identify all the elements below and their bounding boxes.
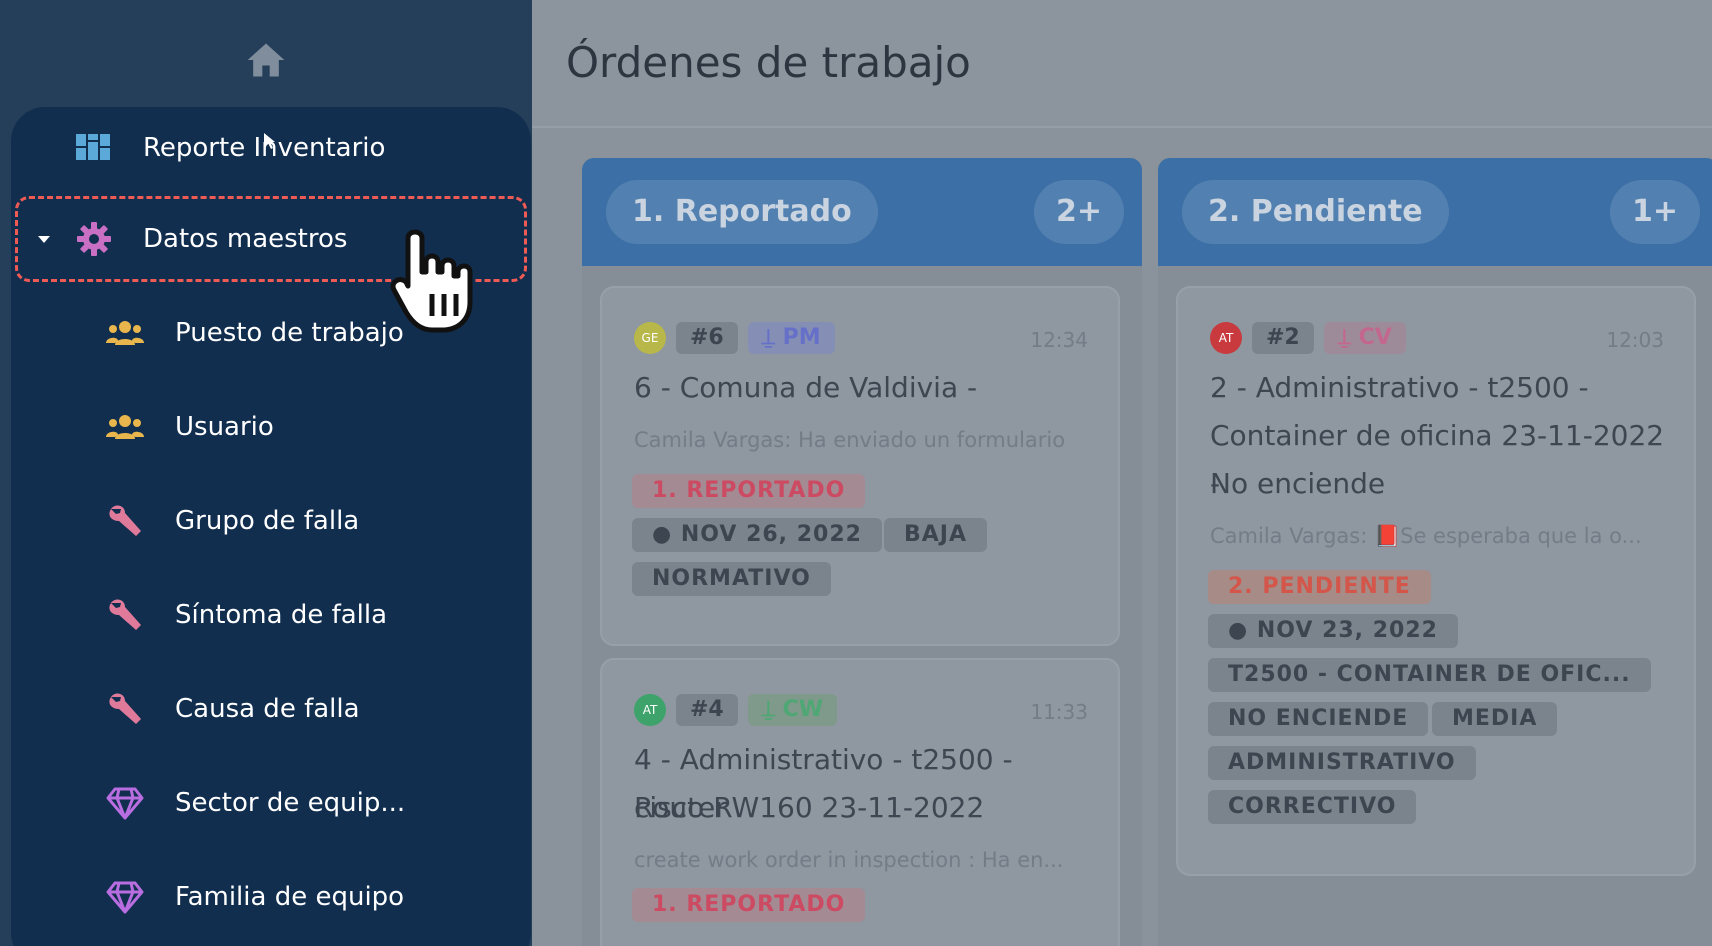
clock-icon: ● [652, 522, 681, 547]
avatar: GE [634, 322, 666, 354]
small-cursor-icon [264, 133, 275, 149]
sidebar-item-label: Familia de equipo [175, 882, 405, 912]
work-order-card[interactable]: AT #2 ⍊ CV 12:03 2 - Administrativo - t2… [1176, 286, 1696, 876]
column-title[interactable]: 2. Pendiente [1182, 180, 1449, 244]
user-initials: PM [782, 325, 821, 350]
symptom-tag: NO ENCIENDE [1208, 702, 1429, 736]
sidebar: Reporte Inventario Datos maestros Puesto… [0, 0, 532, 946]
card-time: 11:33 [1030, 700, 1088, 724]
type-tag: CORRECTIVO [1208, 790, 1417, 824]
wrench-icon [109, 505, 141, 536]
date-tag: ● NOV 23, 2022 [1208, 614, 1458, 648]
category-tag: NORMATIVO [632, 562, 831, 596]
priority-tag: BAJA [884, 518, 988, 552]
card-title: 6 - Comuna de Valdivia - [634, 371, 978, 404]
sidebar-item-usuario[interactable]: Usuario [0, 397, 520, 457]
work-order-card[interactable]: AT #4 ⍊ CW 11:33 4 - Administrativo - t2… [600, 658, 1120, 946]
column-count-badge: 2+ [1033, 180, 1124, 244]
sidebar-item-label: Usuario [175, 412, 274, 442]
card-title-line: 2 - Administrativo - t2500 - [1210, 371, 1589, 404]
sidebar-item-label: Sector de equip... [175, 788, 406, 818]
sidebar-item-causa-de-falla[interactable]: Causa de falla [0, 679, 520, 739]
kanban-column-pendiente: 2. Pendiente 1+ AT #2 ⍊ CV 12:03 2 - Adm… [1158, 158, 1712, 946]
card-subtitle: Camila Vargas: 📕Se esperaba que la o... [1210, 524, 1642, 548]
date-text: NOV 23, 2022 [1256, 618, 1438, 643]
card-title-line: cisco RW160 23-11-2022 [634, 791, 985, 824]
kanban-column-reportado: 1. Reportado 2+ GE #6 ⍊ PM 12:34 6 - Com… [582, 158, 1142, 946]
sidebar-item-label: Causa de falla [175, 694, 360, 724]
user-chip: ⍊ CV [1323, 322, 1406, 354]
card-subtitle: Camila Vargas: Ha enviado un formulario [634, 428, 1066, 452]
order-id-chip: #4 [676, 694, 738, 726]
dashboard-icon [76, 134, 110, 160]
wrench-icon [109, 693, 141, 724]
column-title[interactable]: 1. Reportado [606, 180, 878, 244]
card-time: 12:03 [1606, 328, 1664, 352]
avatar: AT [634, 694, 666, 726]
priority-tag: MEDIA [1432, 702, 1558, 736]
hand-cursor-icon [390, 229, 473, 333]
page-title: Órdenes de trabajo [566, 38, 971, 87]
user-chip: ⍊ CW [747, 694, 838, 726]
status-badge: 2. PENDIENTE [1208, 570, 1431, 604]
user-icon: ⍊ [1337, 325, 1359, 350]
date-tag: ● NOV 26, 2022 [632, 518, 882, 552]
user-icon: ⍊ [761, 325, 783, 350]
wrench-icon [109, 599, 141, 630]
page-header: Órdenes de trabajo [532, 0, 1712, 128]
group-icon [106, 321, 144, 345]
card-subtitle: create work order in inspection : Ha en.… [634, 848, 1064, 872]
sidebar-item-sintoma-de-falla[interactable]: Síntoma de falla [0, 585, 520, 645]
clock-icon: ● [1228, 618, 1257, 643]
sidebar-item-familia-de-equipo[interactable]: Familia de equipo [0, 867, 520, 927]
status-badge: 1. REPORTADO [632, 474, 866, 508]
card-time: 12:34 [1030, 328, 1088, 352]
date-text: NOV 26, 2022 [680, 522, 862, 547]
kanban-board: Órdenes de trabajo 1. Reportado 2+ GE #6… [532, 0, 1712, 946]
order-id-chip: #6 [676, 322, 738, 354]
sidebar-item-label: Grupo de falla [175, 506, 360, 536]
category-tag: ADMINISTRATIVO [1208, 746, 1476, 780]
equipment-tag: T2500 - CONTAINER DE OFIC... [1208, 658, 1651, 692]
user-initials: CW [782, 697, 824, 722]
column-header: 2. Pendiente 1+ [1158, 158, 1712, 266]
column-header: 1. Reportado 2+ [582, 158, 1142, 266]
user-initials: CV [1358, 325, 1392, 350]
order-id-chip: #2 [1252, 322, 1314, 354]
sidebar-item-sector-de-equipo[interactable]: Sector de equip... [0, 773, 520, 833]
work-order-card[interactable]: GE #6 ⍊ PM 12:34 6 - Comuna de Valdivia … [600, 286, 1120, 646]
sidebar-item-reporte-inventario[interactable]: Reporte Inventario [0, 118, 520, 178]
sidebar-item-label: Puesto de trabajo [175, 318, 404, 348]
user-icon: ⍊ [761, 697, 783, 722]
avatar: AT [1210, 322, 1242, 354]
sidebar-item-grupo-de-falla[interactable]: Grupo de falla [0, 491, 520, 551]
column-count-badge: 1+ [1609, 180, 1700, 244]
group-icon [106, 415, 144, 439]
card-title-line: No enciende [1210, 467, 1386, 500]
status-badge: 1. REPORTADO [632, 888, 866, 922]
sidebar-item-label: Síntoma de falla [175, 600, 388, 630]
diamond-icon [106, 787, 144, 820]
diamond-icon [106, 881, 144, 914]
user-chip: ⍊ PM [747, 322, 835, 354]
home-icon[interactable] [244, 38, 288, 82]
